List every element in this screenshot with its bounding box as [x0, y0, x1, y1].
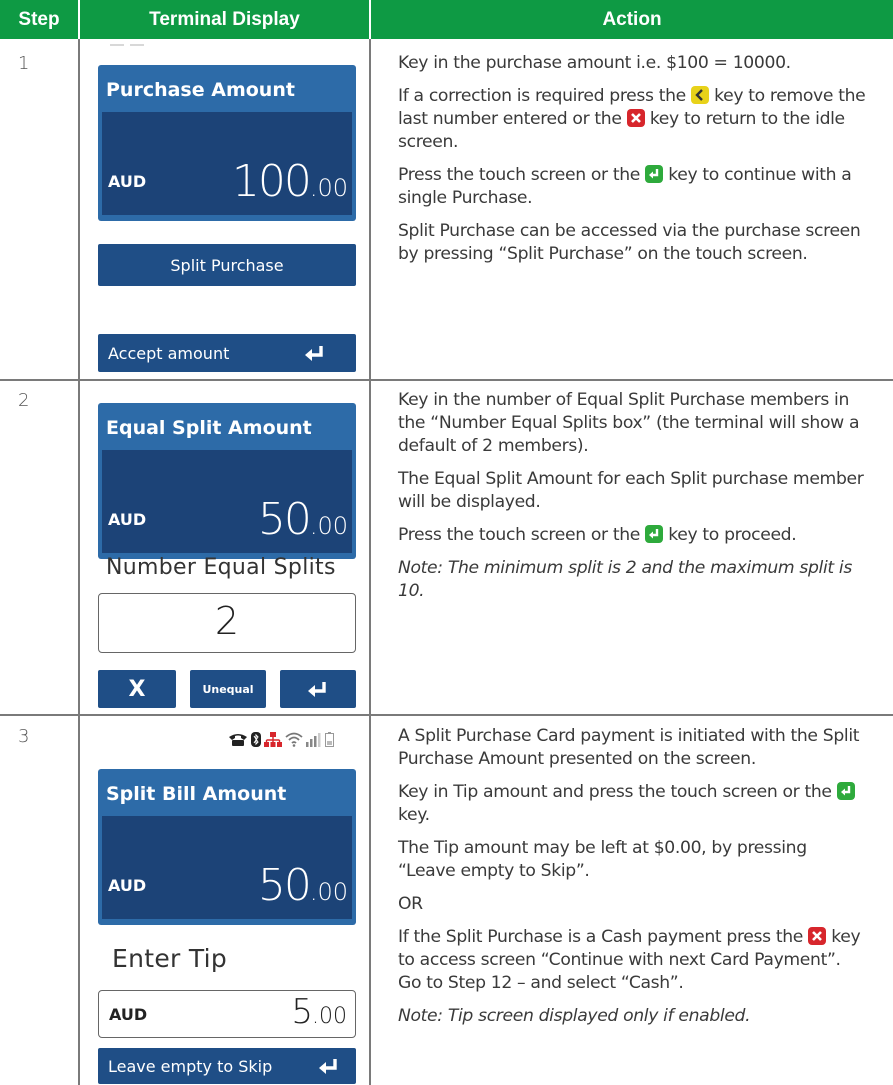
split-purchase-button[interactable]: Split Purchase [98, 244, 356, 286]
leave-empty-to-skip-button[interactable]: Leave empty to Skip [98, 1048, 356, 1084]
split-purchase-instructions-table: Step Terminal Display Action 1 Purchase … [0, 0, 893, 1085]
splits-value: 2 [214, 599, 240, 643]
currency-label: AUD [108, 172, 147, 191]
header-action: Action [371, 0, 893, 39]
action-note: Note: The minimum split is 2 and the max… [398, 558, 852, 601]
enter-icon [305, 346, 323, 361]
row-divider [0, 714, 893, 716]
unequal-button[interactable]: Unequal [190, 670, 266, 708]
currency-label: AUD [108, 510, 147, 529]
row-divider [0, 379, 893, 381]
amount-display: AUD 50.00 [102, 450, 352, 553]
panel-title: Split Bill Amount [106, 783, 287, 805]
equal-split-amount-panel: Equal Split Amount AUD 50.00 [98, 403, 356, 559]
currency-label: AUD [108, 876, 147, 895]
battery-icon [325, 732, 334, 747]
tip-amount-value: 5.00 [291, 992, 347, 1032]
enter-tip-label: Enter Tip [112, 944, 228, 973]
enter-icon [319, 1059, 337, 1074]
amount-value: 100.00 [231, 156, 348, 207]
action-note: Note: Tip screen displayed only if enabl… [398, 1006, 751, 1026]
action-paragraph: If the Split Purchase is a Cash payment … [398, 927, 861, 993]
accept-amount-label: Accept amount [108, 343, 230, 363]
split-bill-amount-panel: Split Bill Amount AUD 50.00 [98, 769, 356, 925]
signal-icon [306, 733, 321, 747]
header-terminal-display: Terminal Display [80, 0, 369, 39]
header-step: Step [0, 0, 78, 39]
wifi-icon [285, 732, 303, 747]
status-bar [228, 732, 334, 747]
amount-value: 50.00 [257, 494, 348, 545]
action-paragraph: Key in the number of Equal Split Purchas… [398, 390, 860, 456]
bluetooth-icon [251, 732, 261, 747]
cancel-key-icon [626, 109, 645, 127]
panel-title: Equal Split Amount [106, 417, 312, 439]
enter-icon [308, 682, 326, 697]
step-number: 2 [18, 390, 30, 411]
network-icon [264, 732, 282, 747]
skip-label: Leave empty to Skip [108, 1056, 273, 1076]
action-paragraph: If a correction is required press the ke… [398, 86, 866, 152]
unequal-label: Unequal [202, 682, 254, 696]
action-paragraph: Key in Tip amount and press the touch sc… [398, 781, 868, 827]
action-paragraph: Press the touch screen or the key to con… [398, 165, 852, 208]
enter-key-icon [836, 782, 855, 800]
split-purchase-label: Split Purchase [170, 255, 284, 275]
amount-value: 50.00 [257, 860, 348, 911]
cancel-button[interactable]: X [98, 670, 176, 708]
number-equal-splits-label: Number Equal Splits [106, 555, 336, 580]
action-paragraph: Key in the purchase amount i.e. $100 = 1… [398, 53, 791, 73]
column-divider [78, 39, 80, 1085]
step-number: 1 [18, 53, 30, 74]
cancel-key-icon [808, 927, 827, 945]
amount-display: AUD 100.00 [102, 112, 352, 215]
step-number: 3 [18, 726, 30, 747]
phone-icon [229, 734, 247, 746]
action-text-step-3: A Split Purchase Card payment is initiat… [398, 725, 868, 1038]
back-key-icon [691, 86, 709, 104]
action-paragraph: Press the touch screen or the key to pro… [398, 525, 797, 545]
enter-key-icon [645, 165, 664, 183]
enter-key-icon [645, 525, 664, 543]
tip-currency-label: AUD [109, 1005, 148, 1024]
amount-display: AUD 50.00 [102, 816, 352, 919]
action-text-step-1: Key in the purchase amount i.e. $100 = 1… [398, 52, 868, 276]
action-paragraph: The Equal Split Amount for each Split pu… [398, 469, 864, 512]
accept-amount-button[interactable]: Accept amount [98, 334, 356, 372]
action-text-step-2: Key in the number of Equal Split Purchas… [398, 389, 868, 613]
purchase-amount-panel: Purchase Amount AUD 100.00 [98, 65, 356, 221]
action-paragraph: OR [398, 894, 423, 914]
panel-title: Purchase Amount [106, 79, 295, 101]
faint-marks [110, 44, 144, 46]
number-equal-splits-field[interactable]: 2 [98, 593, 356, 653]
column-divider [369, 39, 371, 1085]
action-paragraph: Split Purchase can be accessed via the p… [398, 221, 861, 264]
action-paragraph: A Split Purchase Card payment is initiat… [398, 726, 860, 769]
tip-amount-field[interactable]: AUD 5.00 [98, 990, 356, 1038]
action-paragraph: The Tip amount may be left at $0.00, by … [398, 838, 807, 881]
enter-button[interactable] [280, 670, 356, 708]
close-icon: X [128, 676, 146, 702]
